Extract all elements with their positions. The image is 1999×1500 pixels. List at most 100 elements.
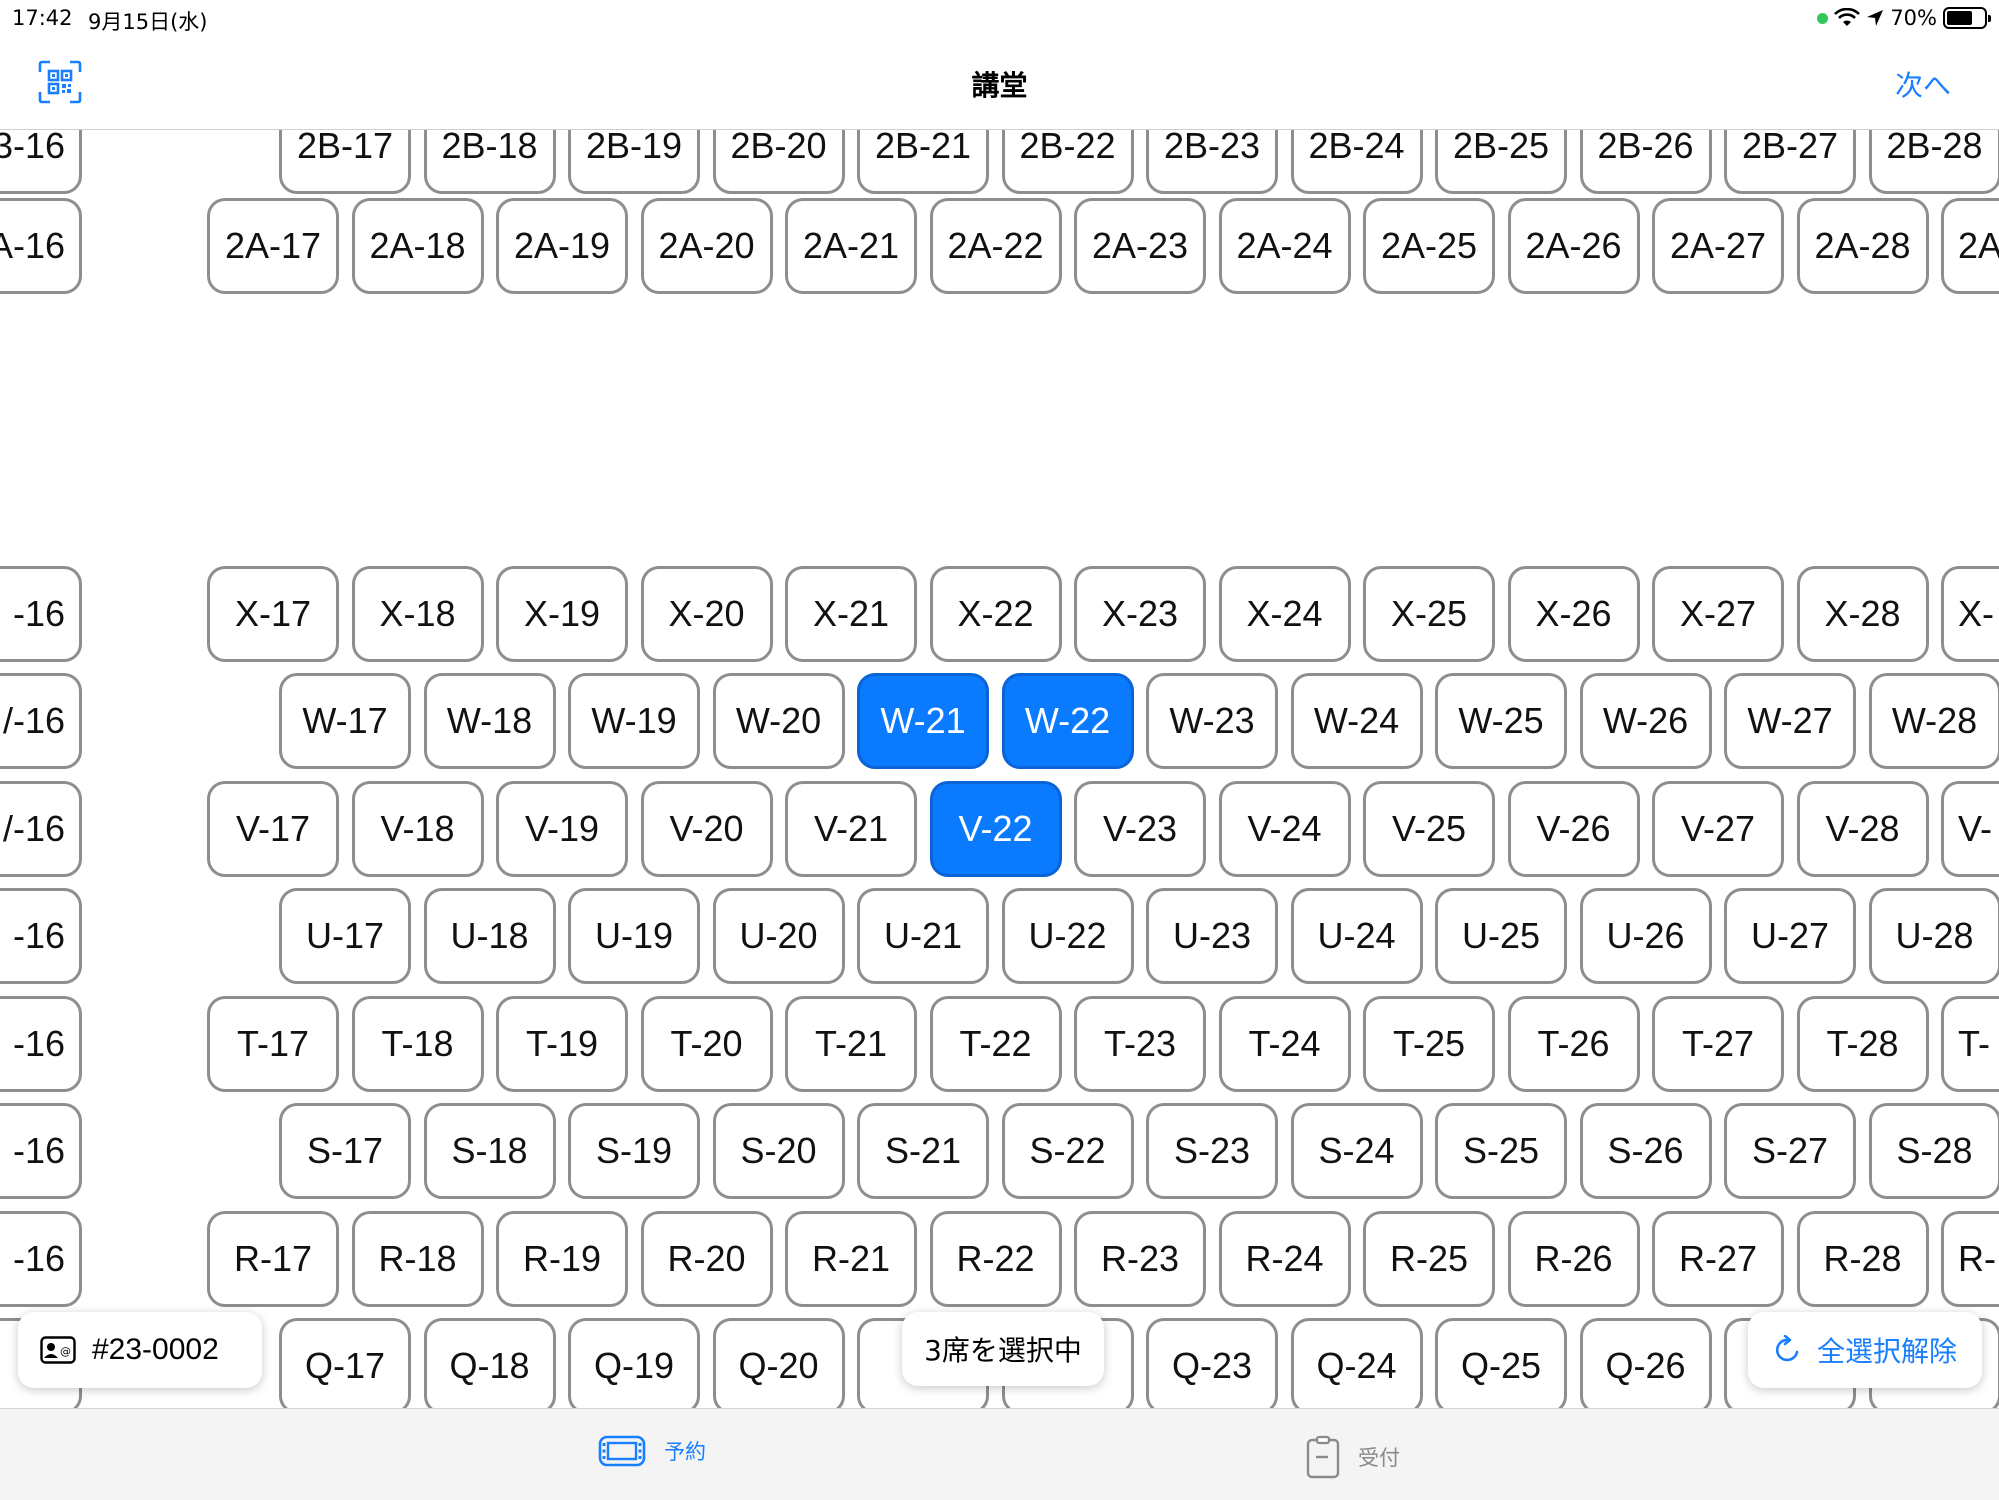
seat[interactable]: S-24 bbox=[1290, 1103, 1423, 1199]
seat[interactable]: 2B-18 bbox=[423, 130, 556, 194]
seat[interactable]: W-23 bbox=[1146, 673, 1278, 769]
seat[interactable]: V-18 bbox=[351, 781, 484, 877]
seat[interactable]: 2B-28 bbox=[1868, 130, 1999, 194]
seat[interactable]: S-25 bbox=[1435, 1103, 1567, 1199]
seat[interactable]: R-24 bbox=[1218, 1211, 1351, 1307]
seat-map[interactable]: 3-16 2B-17 2B-18 2B-19 2B-20 2B-21 2B-22 2B-23 2… bbox=[0, 130, 1999, 1408]
seat[interactable]: V-25 bbox=[1363, 781, 1495, 877]
seat[interactable]: X-28 bbox=[1796, 566, 1929, 662]
seat[interactable]: 2A-22 bbox=[929, 198, 1062, 294]
seat[interactable]: U-28 bbox=[1868, 888, 1999, 984]
seat-partial-left[interactable]: /-16 bbox=[0, 781, 82, 877]
seat[interactable]: R-28 bbox=[1796, 1211, 1929, 1307]
seat[interactable]: R-26 bbox=[1507, 1211, 1640, 1307]
seat[interactable]: W-25 bbox=[1435, 673, 1567, 769]
seat[interactable]: T-18 bbox=[351, 996, 484, 1092]
seat-partial-left[interactable]: -16 bbox=[0, 1103, 82, 1199]
tab-reservation[interactable]: 予約 bbox=[598, 1435, 706, 1467]
seat[interactable]: T-20 bbox=[640, 996, 773, 1092]
member-badge[interactable]: @ #23-0002 bbox=[18, 1312, 262, 1388]
seat[interactable]: 2B-23 bbox=[1146, 130, 1278, 194]
seat[interactable]: R-27 bbox=[1652, 1211, 1784, 1307]
seat[interactable]: 2A-21 bbox=[785, 198, 917, 294]
seat-partial-right[interactable]: R- bbox=[1941, 1211, 1999, 1307]
seat-partial-left[interactable]: -16 bbox=[0, 996, 82, 1092]
seat[interactable]: 2A-19 bbox=[496, 198, 628, 294]
seat[interactable]: 2A-17 bbox=[207, 198, 339, 294]
seat-partial-left[interactable]: -16 bbox=[0, 888, 82, 984]
seat[interactable]: Q-25 bbox=[1435, 1318, 1567, 1408]
seat[interactable]: R-25 bbox=[1363, 1211, 1495, 1307]
next-button[interactable]: 次へ bbox=[1895, 64, 1951, 104]
seat[interactable]: V-23 bbox=[1074, 781, 1206, 877]
seat[interactable]: V-28 bbox=[1796, 781, 1929, 877]
seat[interactable]: U-26 bbox=[1579, 888, 1712, 984]
seat[interactable]: X-24 bbox=[1218, 566, 1351, 662]
seat[interactable]: R-23 bbox=[1074, 1211, 1206, 1307]
seat[interactable]: V-20 bbox=[640, 781, 773, 877]
seat[interactable]: W-26 bbox=[1579, 673, 1712, 769]
tab-reception[interactable]: 受付 bbox=[1306, 1435, 1400, 1479]
seat[interactable]: V-26 bbox=[1507, 781, 1640, 877]
seat[interactable]: V-22 bbox=[929, 781, 1062, 877]
seat[interactable]: 2B-19 bbox=[568, 130, 700, 194]
seat[interactable]: S-27 bbox=[1724, 1103, 1856, 1199]
seat[interactable]: R-21 bbox=[785, 1211, 917, 1307]
seat[interactable]: U-18 bbox=[423, 888, 556, 984]
seat[interactable]: R-19 bbox=[496, 1211, 628, 1307]
seat[interactable]: U-23 bbox=[1146, 888, 1278, 984]
seat[interactable]: W-21 bbox=[857, 673, 989, 769]
seat[interactable]: 2B-17 bbox=[279, 130, 411, 194]
seat[interactable]: T-22 bbox=[929, 996, 1062, 1092]
seat[interactable]: W-24 bbox=[1290, 673, 1423, 769]
seat[interactable]: X-17 bbox=[207, 566, 339, 662]
seat-partial-right[interactable]: V- bbox=[1941, 781, 1999, 877]
seat[interactable]: X-21 bbox=[785, 566, 917, 662]
seat[interactable]: Q-24 bbox=[1290, 1318, 1423, 1408]
seat[interactable]: 2A-18 bbox=[351, 198, 484, 294]
seat[interactable]: V-17 bbox=[207, 781, 339, 877]
seat[interactable]: R-20 bbox=[640, 1211, 773, 1307]
seat[interactable]: U-17 bbox=[279, 888, 411, 984]
seat[interactable]: S-22 bbox=[1001, 1103, 1134, 1199]
seat[interactable]: V-19 bbox=[496, 781, 628, 877]
seat[interactable]: V-24 bbox=[1218, 781, 1351, 877]
seat[interactable]: W-17 bbox=[279, 673, 411, 769]
seat[interactable]: T-25 bbox=[1363, 996, 1495, 1092]
seat[interactable]: W-27 bbox=[1724, 673, 1856, 769]
seat[interactable]: 2A-24 bbox=[1218, 198, 1351, 294]
seat[interactable]: X-27 bbox=[1652, 566, 1784, 662]
seat[interactable]: T-23 bbox=[1074, 996, 1206, 1092]
seat[interactable]: 2B-26 bbox=[1579, 130, 1712, 194]
clear-all-button[interactable]: 全選択解除 bbox=[1748, 1312, 1982, 1388]
seat[interactable]: T-19 bbox=[496, 996, 628, 1092]
seat[interactable]: 2A-23 bbox=[1074, 198, 1206, 294]
seat[interactable]: T-27 bbox=[1652, 996, 1784, 1092]
seat[interactable]: S-19 bbox=[568, 1103, 700, 1199]
seat[interactable]: S-17 bbox=[279, 1103, 411, 1199]
seat[interactable]: T-17 bbox=[207, 996, 339, 1092]
seat[interactable]: X-22 bbox=[929, 566, 1062, 662]
seat[interactable]: R-18 bbox=[351, 1211, 484, 1307]
seat[interactable]: X-19 bbox=[496, 566, 628, 662]
seat[interactable]: 2A-26 bbox=[1507, 198, 1640, 294]
seat[interactable]: S-18 bbox=[423, 1103, 556, 1199]
seat[interactable]: X-25 bbox=[1363, 566, 1495, 662]
seat[interactable]: T-24 bbox=[1218, 996, 1351, 1092]
seat[interactable]: U-27 bbox=[1724, 888, 1856, 984]
seat[interactable]: Q-20 bbox=[712, 1318, 845, 1408]
seat[interactable]: 2A-28 bbox=[1796, 198, 1929, 294]
seat-partial-left[interactable]: -16 bbox=[0, 1211, 82, 1307]
seat[interactable]: 2B-25 bbox=[1435, 130, 1567, 194]
seat[interactable]: 2B-21 bbox=[857, 130, 989, 194]
seat[interactable]: R-22 bbox=[929, 1211, 1062, 1307]
seat[interactable]: T-28 bbox=[1796, 996, 1929, 1092]
seat[interactable]: U-25 bbox=[1435, 888, 1567, 984]
seat[interactable]: Q-18 bbox=[423, 1318, 556, 1408]
seat[interactable]: 2B-24 bbox=[1290, 130, 1423, 194]
seat[interactable]: W-22 bbox=[1001, 673, 1134, 769]
seat[interactable]: V-27 bbox=[1652, 781, 1784, 877]
seat[interactable]: W-18 bbox=[423, 673, 556, 769]
seat[interactable]: Q-23 bbox=[1146, 1318, 1278, 1408]
seat[interactable]: V-21 bbox=[785, 781, 917, 877]
